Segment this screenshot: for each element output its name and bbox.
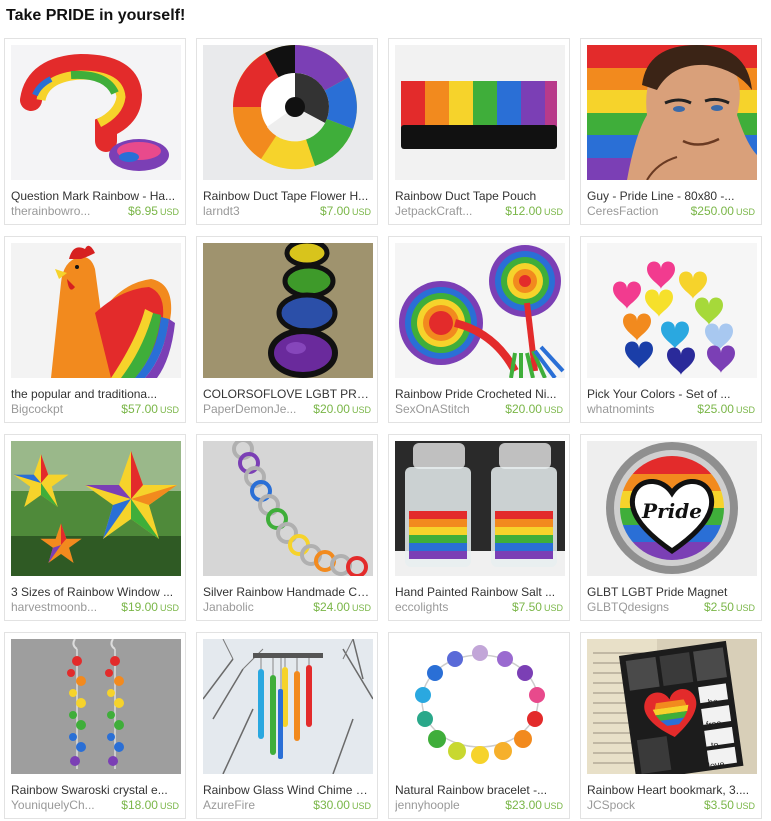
shop-name[interactable]: YouniquelyCh... [11,798,95,812]
listing-card[interactable]: Pride GLBT LGBT Pride Magnet GLBTQdesign… [580,434,762,621]
salt-shakers-image[interactable] [395,441,565,576]
listing-price: $19.00 USD [121,600,179,614]
listing-title[interactable]: Question Mark Rainbow - Ha... [11,189,179,203]
pride-magnet-image[interactable]: Pride [587,441,757,576]
listing-title[interactable]: Guy - Pride Line - 80x80 -... [587,189,755,203]
listing-title[interactable]: Hand Painted Rainbow Salt ... [395,585,563,599]
heart-bookmark-image[interactable]: be free to love [587,639,757,774]
chainmaille-image[interactable] [203,441,373,576]
listing-price: $12.00 USD [505,204,563,218]
shop-name[interactable]: SexOnAStitch [395,402,470,416]
listing-price: $6.95 USD [127,204,179,218]
listing-price: $20.00 USD [313,402,371,416]
listing-card[interactable]: Pick Your Colors - Set of ... whatnomint… [580,236,762,423]
listing-price: $7.00 USD [319,204,371,218]
listing-price: $30.00 USD [313,798,371,812]
listing-title[interactable]: Silver Rainbow Handmade Ch... [203,585,371,599]
listing-card[interactable]: the popular and traditiona... Bigcockpt … [4,236,186,423]
listing-title[interactable]: Rainbow Glass Wind Chime w... [203,783,371,797]
shop-name[interactable]: JCSpock [587,798,635,812]
listing-title[interactable]: Rainbow Heart bookmark, 3.... [587,783,755,797]
listing-card[interactable]: Rainbow Glass Wind Chime w... AzureFire … [196,632,378,819]
listing-title[interactable]: 3 Sizes of Rainbow Window ... [11,585,179,599]
listing-card[interactable]: Guy - Pride Line - 80x80 -... CeresFacti… [580,38,762,225]
listing-title[interactable]: the popular and traditiona... [11,387,179,401]
listing-card[interactable]: Silver Rainbow Handmade Ch... Janabolic … [196,434,378,621]
listing-price: $250.00 USD [690,204,755,218]
listing-price: $25.00 USD [697,402,755,416]
shop-name[interactable]: jennyhoople [395,798,460,812]
illustrated-guy-image[interactable] [587,45,757,180]
listing-price: $57.00 USD [121,402,179,416]
listing-card[interactable]: Rainbow Swaroski crystal e... Youniquely… [4,632,186,819]
listing-price: $18.00 USD [121,798,179,812]
bookmark-word-2: free [705,717,723,731]
listing-card[interactable]: 3 Sizes of Rainbow Window ... harvestmoo… [4,434,186,621]
duct-tape-flower-image[interactable] [203,45,373,180]
duct-tape-pouch-image[interactable] [395,45,565,180]
shop-name[interactable]: GLBTQdesigns [587,600,669,614]
listing-card[interactable]: Question Mark Rainbow - Ha... therainbow… [4,38,186,225]
listing-title[interactable]: Rainbow Duct Tape Flower H... [203,189,371,203]
listing-price: $3.50 USD [703,798,755,812]
listing-card[interactable]: Natural Rainbow bracelet -... jennyhoopl… [388,632,570,819]
shell-bracelet-image[interactable] [395,639,565,774]
collection-title: Take PRIDE in yourself! [6,7,186,24]
listing-card[interactable]: Rainbow Duct Tape Pouch JetpackCraft... … [388,38,570,225]
shop-name[interactable]: larndt3 [203,204,240,218]
rainbow-rooster-image[interactable] [11,243,181,378]
listing-price: $20.00 USD [505,402,563,416]
listing-title[interactable]: Rainbow Duct Tape Pouch [395,189,563,203]
window-stars-image[interactable] [11,441,181,576]
glass-circles-image[interactable] [203,243,373,378]
listing-title[interactable]: GLBT LGBT Pride Magnet [587,585,755,599]
shop-name[interactable]: AzureFire [203,798,255,812]
listing-title[interactable]: Pick Your Colors - Set of ... [587,387,755,401]
shop-name[interactable]: Bigcockpt [11,402,63,416]
bookmark-word-3: to [710,739,720,751]
crochet-image[interactable] [395,243,565,378]
shop-name[interactable]: JetpackCraft... [395,204,472,218]
listing-title[interactable]: Rainbow Pride Crocheted Ni... [395,387,563,401]
wind-chime-image[interactable] [203,639,373,774]
listing-title[interactable]: COLORSOFLOVE LGBT PRIDE [203,387,371,401]
listing-price: $23.00 USD [505,798,563,812]
shop-name[interactable]: harvestmoonb... [11,600,97,614]
listing-card[interactable]: Rainbow Pride Crocheted Ni... SexOnAStit… [388,236,570,423]
listing-card[interactable]: Hand Painted Rainbow Salt ... eccolights… [388,434,570,621]
shop-name[interactable]: CeresFaction [587,204,658,218]
shop-name[interactable]: whatnomints [587,402,654,416]
bookmark-word-1: be [707,696,719,708]
listing-card[interactable]: be free to love Rainbow Heart bookmark, … [580,632,762,819]
listing-title[interactable]: Rainbow Swaroski crystal e... [11,783,179,797]
listing-price: $7.50 USD [511,600,563,614]
shop-name[interactable]: eccolights [395,600,448,614]
rainbow-question-mark-image[interactable] [11,45,181,180]
felt-hearts-image[interactable] [587,243,757,378]
shop-name[interactable]: therainbowro... [11,204,90,218]
shop-name[interactable]: PaperDemonJe... [203,402,296,416]
listing-price: $2.50 USD [703,600,755,614]
listing-title[interactable]: Natural Rainbow bracelet -... [395,783,563,797]
listing-grid: Question Mark Rainbow - Ha... therainbow… [4,38,762,819]
listing-card[interactable]: Rainbow Duct Tape Flower H... larndt3 $7… [196,38,378,225]
listing-card[interactable]: COLORSOFLOVE LGBT PRIDE PaperDemonJe... … [196,236,378,423]
shop-name[interactable]: Janabolic [203,600,254,614]
listing-price: $24.00 USD [313,600,371,614]
magnet-word: Pride [642,499,702,523]
crystal-earrings-image[interactable] [11,639,181,774]
